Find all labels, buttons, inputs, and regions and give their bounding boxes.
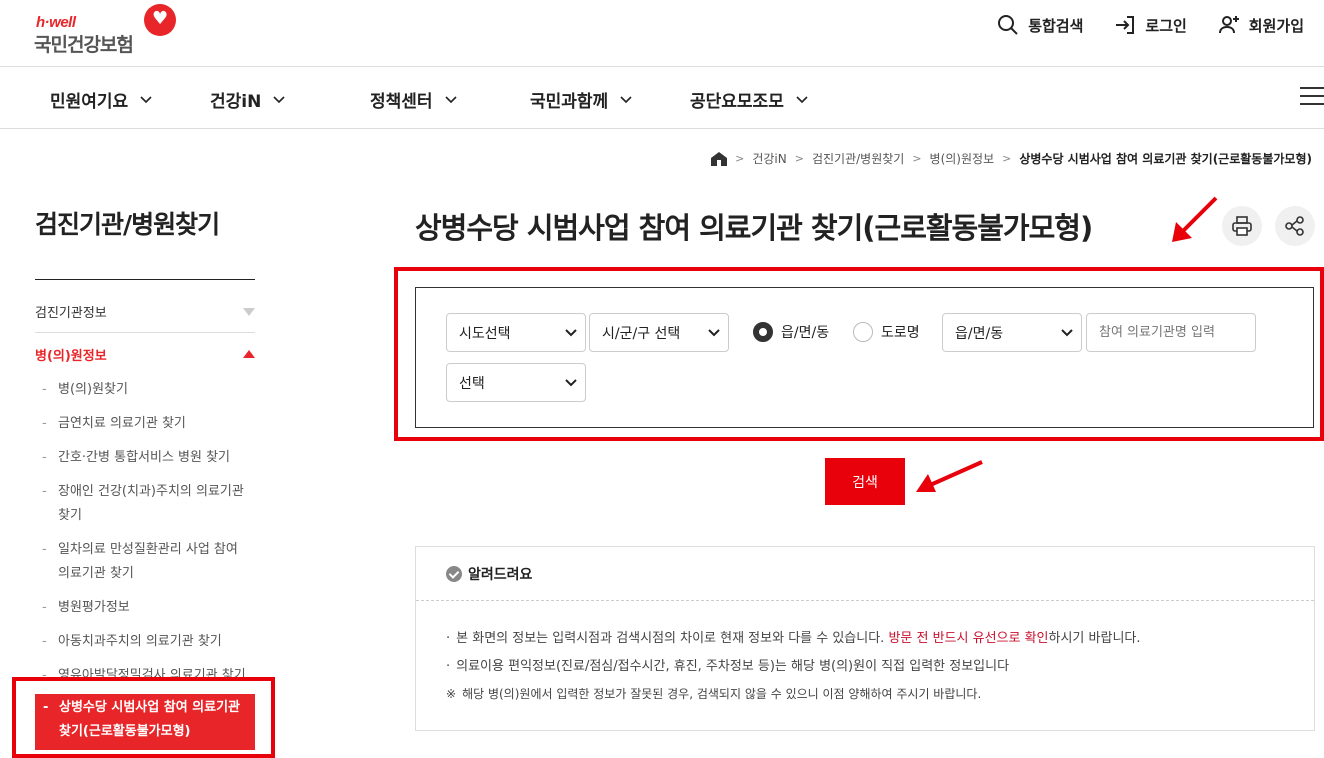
search-form (415, 287, 1314, 428)
annotation-highlight-box (12, 677, 275, 758)
nav-item-health[interactable]: 건강iN (210, 87, 285, 112)
caret-up-icon (243, 350, 255, 358)
login-label: 로그인 (1145, 16, 1187, 35)
town-select[interactable]: 읍/면/동 (942, 313, 1082, 352)
nav-item-label: 민원여기요 (50, 92, 129, 112)
chevron-right-icon: > (912, 152, 922, 165)
radio-town-label: 읍/면/동 (781, 325, 830, 341)
logo-tagline: h·well (36, 14, 76, 31)
share-button[interactable] (1275, 206, 1315, 246)
nav-item-label: 정책센터 (370, 92, 433, 112)
radio-road-label: 도로명 (881, 325, 920, 341)
notice-header: 알려드려요 (416, 547, 1314, 601)
utility-links: 통합검색 로그인 회원가입 (996, 12, 1304, 38)
sido-select-value: 시도선택 (459, 325, 511, 342)
sido-select[interactable]: 시도선택 (446, 313, 586, 352)
sidebar-subitem[interactable]: 일차의료 만성질환관리 사업 참여 의료기관 찾기 (42, 538, 247, 586)
signup-link[interactable]: 회원가입 (1217, 12, 1304, 38)
site-logo[interactable]: h·well 국민건강보험 ♥ (34, 4, 184, 56)
printer-icon (1232, 216, 1252, 236)
note-mark: ※ (446, 687, 457, 701)
chevron-down-icon (708, 329, 720, 337)
login-icon (1116, 16, 1135, 34)
nav-item-civil[interactable]: 민원여기요 (50, 87, 152, 112)
notice-text: 본 화면의 정보는 입력시점과 검색시점의 차이로 현재 정보와 다를 수 있습… (456, 631, 889, 646)
sidebar-title: 검진기관/병원찾기 (35, 210, 220, 239)
chevron-down-icon (796, 95, 808, 103)
menu-icon[interactable] (1300, 87, 1324, 107)
check-circle-icon (446, 565, 462, 582)
integrated-search-label: 통합검색 (1028, 16, 1084, 35)
sidebar-group-checkup[interactable]: 검진기관정보 (35, 291, 255, 333)
main-navigation: 민원여기요 건강iN 정책센터 국민과함께 공단요모조모 (0, 66, 1324, 129)
notice-text: 해당 병(의)원에서 입력한 정보가 잘못된 경우, 검색되지 않을 수 있으니… (462, 687, 982, 701)
user-plus-icon (1218, 16, 1239, 34)
login-link[interactable]: 로그인 (1113, 12, 1187, 38)
notice-panel: 알려드려요 · 본 화면의 정보는 입력시점과 검색시점의 차이로 현재 정보와 … (415, 546, 1315, 731)
radio-road[interactable]: 도로명 (853, 322, 920, 342)
share-icon (1285, 216, 1304, 236)
annotation-arrow-icon (916, 460, 983, 492)
search-button[interactable]: 검색 (825, 458, 905, 505)
breadcrumb-item[interactable]: 검진기관/병원찾기 (812, 150, 904, 167)
nav-item-label: 공단요모조모 (690, 92, 784, 112)
logo-text: 국민건강보험 (34, 34, 134, 56)
radio-checked-icon (753, 322, 773, 342)
chevron-down-icon (140, 95, 152, 103)
sidebar-subitem[interactable]: 금연치료 의료기관 찾기 (42, 412, 255, 436)
notice-emphasis: 방문 전 반드시 유선으로 확인 (888, 631, 1049, 646)
breadcrumb-item[interactable]: 건강iN (752, 150, 786, 167)
search-icon (998, 15, 1018, 35)
sidebar-subitem[interactable]: 장애인 건강(치과)주치의 의료기관 찾기 (42, 480, 247, 528)
chevron-down-icon (620, 95, 632, 103)
chevron-down-icon (565, 379, 577, 387)
nav-item-people[interactable]: 국민과함께 (530, 87, 632, 112)
nav-item-policy[interactable]: 정책센터 (370, 87, 457, 112)
heart-icon: ♥ (144, 4, 176, 36)
sidebar-subitem[interactable]: 병(의)원찾기 (42, 378, 255, 402)
sidebar-group-label: 검진기관정보 (35, 306, 107, 321)
sidebar-group-hospital[interactable]: 병(의)원정보 (35, 333, 255, 375)
chevron-right-icon: > (794, 152, 804, 165)
notice-line: · 의료이용 편익정보(진료/점심/접수시간, 휴진, 주차정보 등)는 해당 병… (446, 659, 1010, 674)
breadcrumb-current: 상병수당 시범사업 참여 의료기관 찾기(근로활동불가모형) (1019, 152, 1312, 166)
institution-name-input[interactable] (1086, 313, 1256, 352)
sigungu-select[interactable]: 시/군/구 선택 (589, 313, 729, 352)
notice-line: ※ 해당 병(의)원에서 입력한 정보가 잘못된 경우, 검색되지 않을 수 있으… (446, 685, 981, 702)
nav-item-label: 건강iN (210, 92, 262, 112)
sigungu-select-value: 시/군/구 선택 (602, 325, 681, 342)
radio-town[interactable]: 읍/면/동 (753, 322, 829, 342)
type-select-value: 선택 (459, 375, 485, 392)
sidebar-group-label: 병(의)원정보 (35, 348, 107, 364)
notice-text: 하시기 바랍니다. (1048, 631, 1141, 646)
notice-line: · 본 화면의 정보는 입력시점과 검색시점의 차이로 현재 정보와 다를 수 있… (446, 631, 1141, 646)
chevron-down-icon (444, 95, 457, 103)
signup-label: 회원가입 (1248, 16, 1304, 35)
sidebar-subitem[interactable]: 간호·간병 통합서비스 병원 찾기 (42, 446, 255, 470)
sidebar-divider (35, 279, 255, 280)
radio-unchecked-icon (853, 322, 873, 342)
page-title: 상병수당 시범사업 참여 의료기관 찾기(근로활동불가모형) (415, 211, 1093, 245)
integrated-search-link[interactable]: 통합검색 (996, 12, 1083, 38)
chevron-right-icon: > (735, 152, 745, 165)
annotation-arrow-icon (1172, 196, 1218, 242)
breadcrumb: > 건강iN > 검진기관/병원찾기 > 병(의)원정보 > 상병수당 시범사업… (711, 150, 1312, 167)
sidebar-subitem[interactable]: 아동치과주치의 의료기관 찾기 (42, 630, 255, 654)
notice-title: 알려드려요 (468, 566, 533, 583)
town-select-value: 읍/면/동 (955, 325, 1004, 342)
chevron-right-icon: > (1002, 152, 1012, 165)
type-select[interactable]: 선택 (446, 363, 586, 402)
home-icon[interactable] (711, 151, 728, 166)
caret-down-icon (243, 307, 255, 316)
breadcrumb-item[interactable]: 병(의)원정보 (930, 150, 995, 167)
chevron-down-icon (1061, 329, 1073, 337)
chevron-down-icon (565, 329, 577, 337)
nav-item-corporation[interactable]: 공단요모조모 (690, 87, 808, 112)
print-button[interactable] (1222, 206, 1262, 246)
sidebar-subitem[interactable]: 병원평가정보 (42, 596, 255, 620)
notice-text: 의료이용 편익정보(진료/점심/접수시간, 휴진, 주차정보 등)는 해당 병(… (456, 659, 1010, 674)
chevron-down-icon (273, 95, 285, 103)
nav-item-label: 국민과함께 (530, 92, 609, 112)
